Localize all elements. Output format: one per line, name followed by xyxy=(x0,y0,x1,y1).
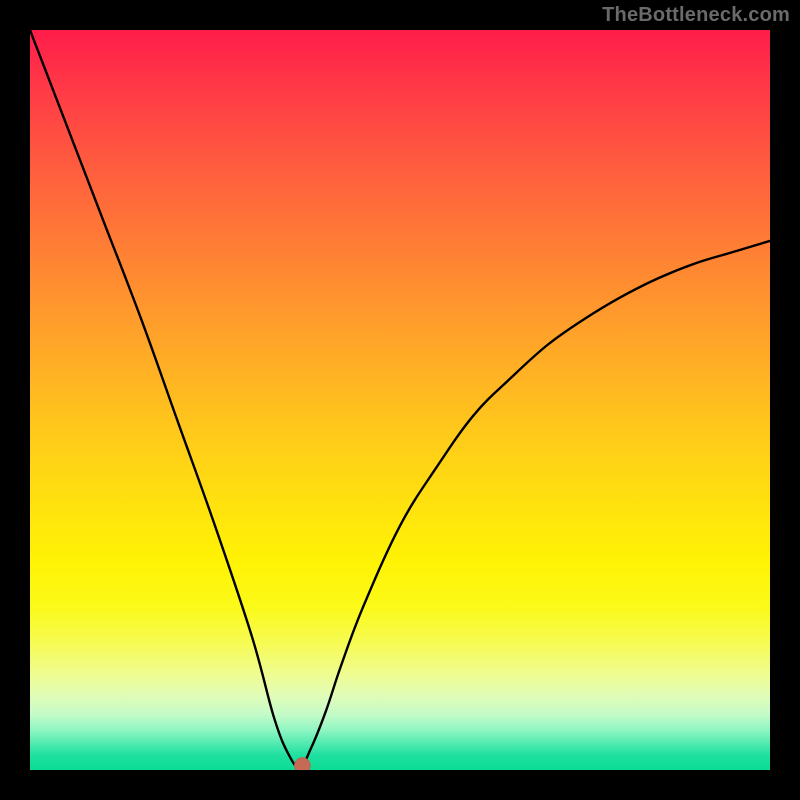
optimal-point-marker xyxy=(294,758,310,770)
plot-area xyxy=(30,30,770,770)
watermark-text: TheBottleneck.com xyxy=(602,4,790,27)
curve-layer xyxy=(30,30,770,770)
chart-stage: TheBottleneck.com xyxy=(0,0,800,800)
bottleneck-curve xyxy=(30,30,770,767)
